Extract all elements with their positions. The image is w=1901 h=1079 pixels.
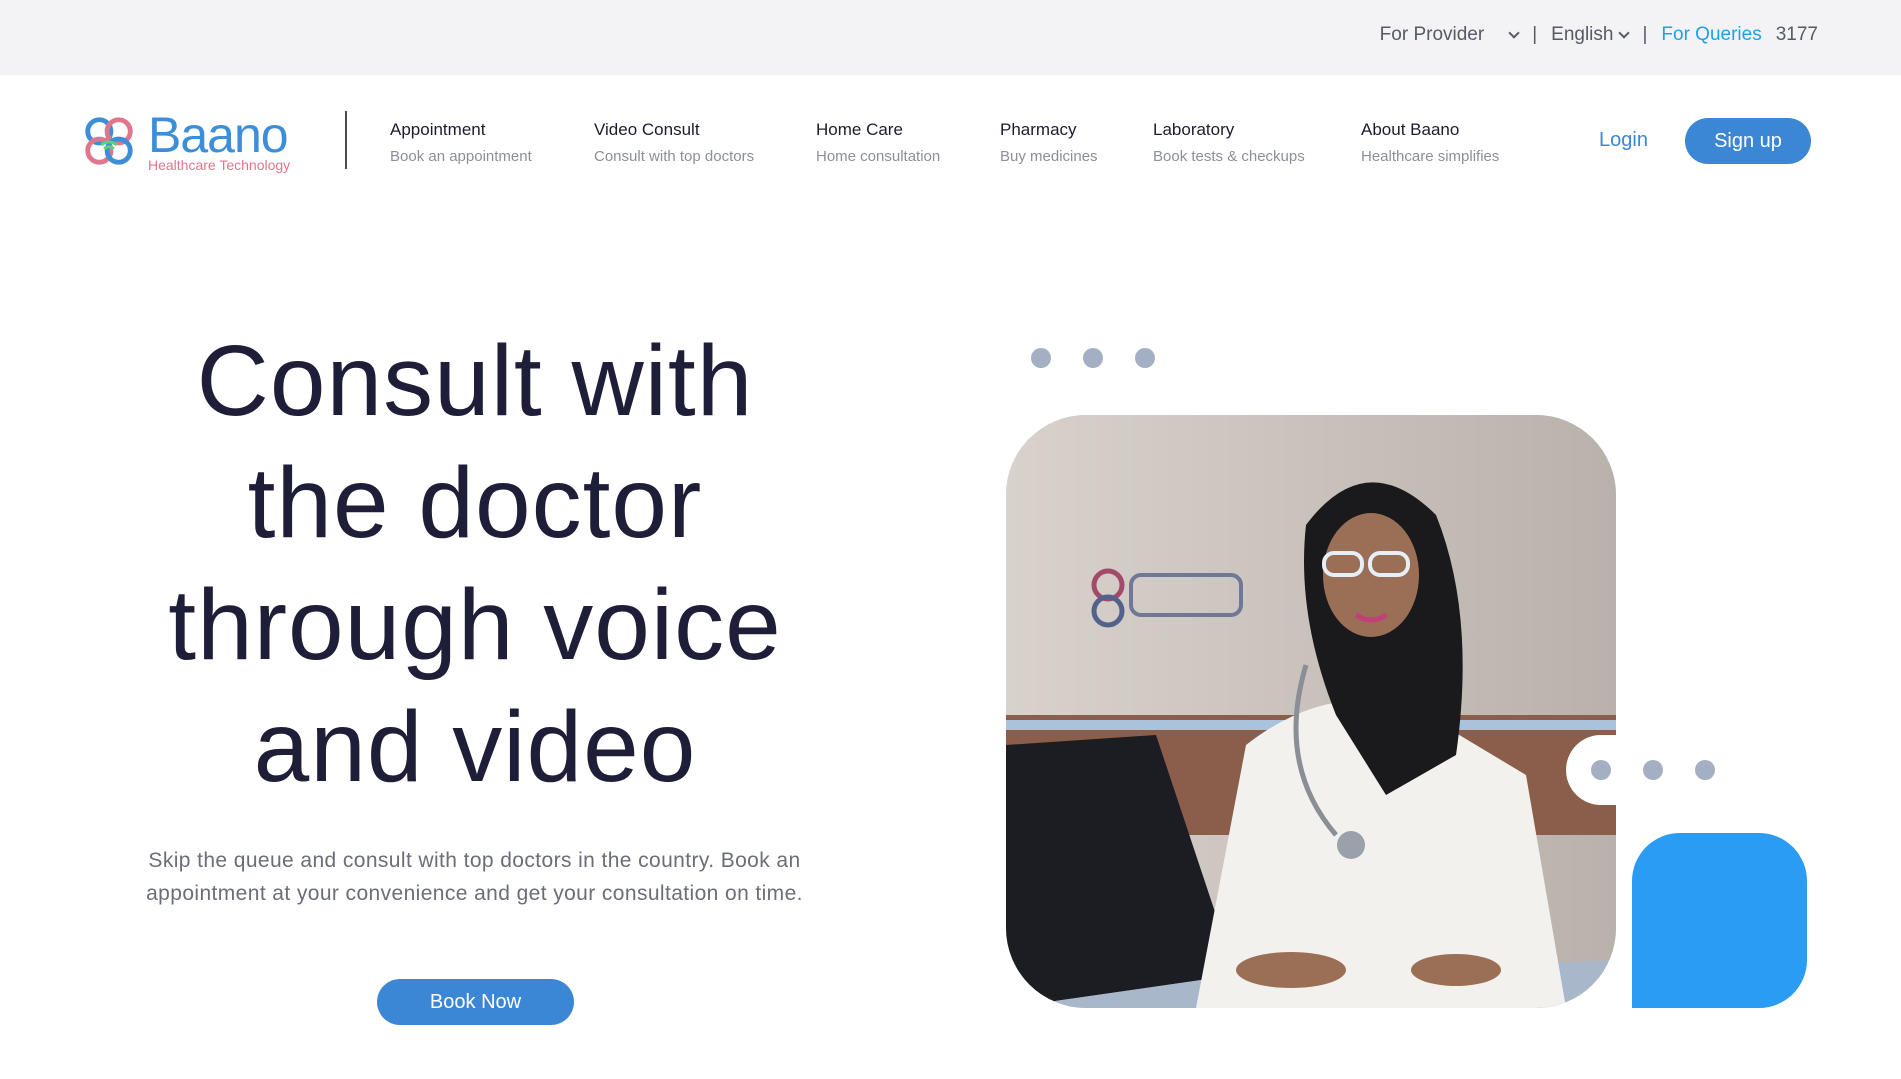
logo-tagline: Healthcare Technology [148,157,291,173]
queries-phone-number[interactable]: 3177 [1776,24,1818,46]
nav-item-subtitle: Book an appointment [390,148,532,165]
nav-item-title: Appointment [390,120,486,139]
nav-item-title: Laboratory [1153,120,1235,139]
provider-dropdown[interactable]: For Provider [1379,24,1520,46]
separator: | [1642,24,1648,45]
for-queries-link[interactable]: For Queries [1661,24,1761,46]
typing-dots-icon [1591,760,1715,780]
logo-wordmark: Baano Healthcare Technology [148,110,290,172]
hero-title-line: Consult with [196,325,754,437]
nav-item-subtitle: Book tests & checkups [1153,148,1305,165]
nav-item-appointment[interactable]: Appointment Book an appointment [390,120,532,165]
chevron-down-icon [1508,26,1520,39]
language-dropdown[interactable]: English [1551,24,1631,46]
chevron-down-icon [1618,26,1631,39]
dot [1643,760,1663,780]
nav-item-title: Video Consult [594,120,700,139]
top-utility-items: For Provider | English | For Queries 317… [1380,24,1818,46]
typing-dots-icon [1031,348,1155,368]
dot [1135,348,1155,368]
nav-item-title: Pharmacy [1000,120,1077,139]
baano-logo-icon [85,117,133,165]
nav-item-title: About Baano [1361,120,1460,139]
nav-item-subtitle: Healthcare simplifies [1361,148,1500,165]
login-link[interactable]: Login [1599,129,1648,152]
nav-item-laboratory[interactable]: Laboratory Book tests & checkups [1153,120,1305,165]
nav-divider [345,111,347,169]
dot [1083,348,1103,368]
dot [1695,760,1715,780]
hero-title: Consult with the doctor through voice an… [100,320,850,808]
nav-item-subtitle: Home consultation [816,148,941,165]
hero-doctor-photo [1006,415,1616,1008]
nav-item-video-consult[interactable]: Video Consult Consult with top doctors [594,120,754,165]
nav-item-home-care[interactable]: Home Care Home consultation [816,120,940,165]
provider-dropdown-label: For Provider [1379,24,1485,45]
decorative-blue-shape [1632,833,1807,1008]
book-now-button[interactable]: Book Now [377,979,574,1025]
hero-subtitle: Skip the queue and consult with top doct… [146,849,803,905]
language-dropdown-label: English [1551,24,1614,45]
doctor-illustration [1006,415,1616,1008]
dot [1591,760,1611,780]
baano-logo[interactable]: Baano Healthcare Technology [80,108,310,174]
nav-item-about-baano[interactable]: About Baano Healthcare simplifies [1361,120,1499,165]
hero-title-line: the doctor [247,447,703,559]
hero-title-line: and video [253,691,697,803]
nav-item-subtitle: Buy medicines [1000,148,1098,165]
nav-item-subtitle: Consult with top doctors [594,148,755,165]
logo-name: Baano [148,107,289,163]
nav-item-title: Home Care [816,120,903,139]
nav-item-pharmacy[interactable]: Pharmacy Buy medicines [1000,120,1098,165]
hero-title-line: through voice [168,569,782,681]
top-utility-bar: For Provider | English | For Queries 317… [0,0,1901,75]
signup-button[interactable]: Sign up [1685,118,1811,164]
separator: | [1532,24,1538,45]
dot [1031,348,1051,368]
